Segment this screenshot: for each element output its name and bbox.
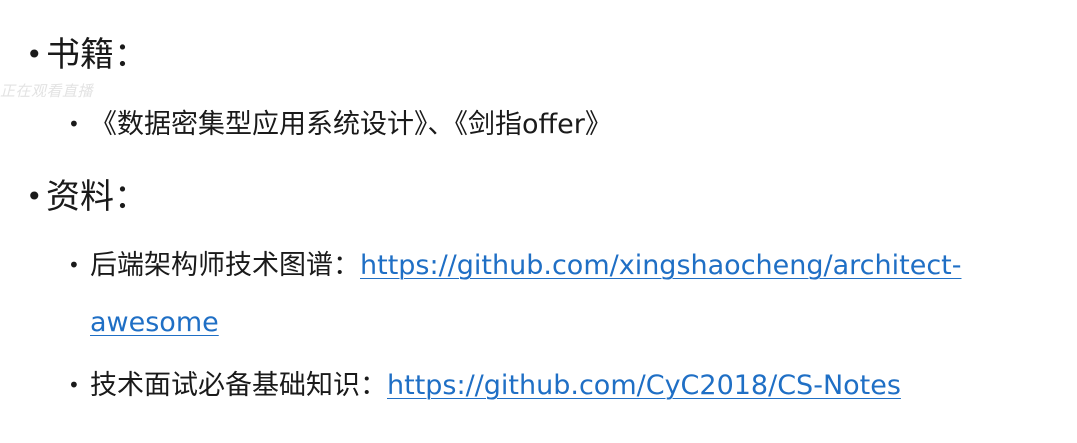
resource-label-architect: 后端架构师技术图谱： [90,250,360,281]
list-item-architect: • 后端架构师技术图谱：https://github.com/xingshaoc… [68,237,1058,338]
document-page: 正在观看直播 • 书籍： • 《数据密集型应用系统设计》、《剑指offer》 • … [0,0,1077,443]
bullet-icon: • [68,112,80,136]
list-item-books: • 《数据密集型应用系统设计》、《剑指offer》 [68,96,1058,153]
bullet-icon: • [26,180,43,213]
section-books: • 书籍： [26,38,148,72]
bullet-icon: • [68,373,80,397]
link-cs-notes[interactable]: https://github.com/CyC2018/CS-Notes [387,370,901,401]
list-item-cs-notes: • 技术面试必备基础知识：https://github.com/CyC2018/C… [68,357,1058,414]
resource-label-cs-notes: 技术面试必备基础知识： [90,370,387,401]
bullet-icon: • [26,38,43,71]
section-heading-books: 书籍： [46,35,148,75]
book-list-text: 《数据密集型应用系统设计》、《剑指offer》 [90,109,612,140]
section-heading-resources: 资料： [46,177,148,217]
bullet-icon: • [68,253,80,277]
section-resources: • 资料： [26,180,148,214]
